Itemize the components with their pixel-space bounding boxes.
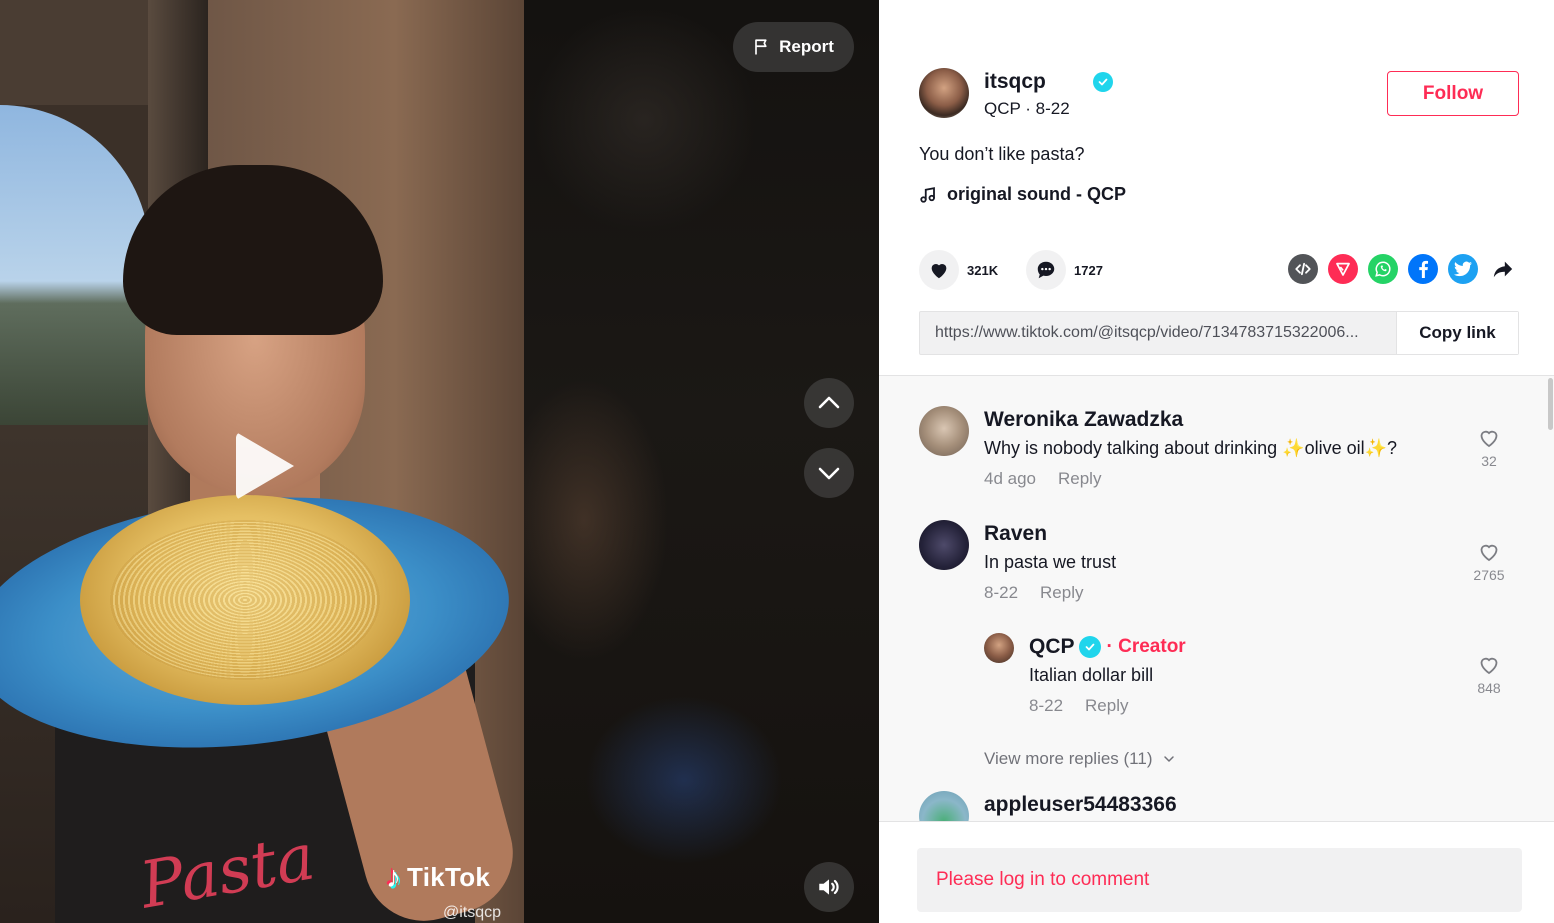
comment-footer: Please log in to comment [879, 821, 1554, 923]
commenter-avatar[interactable] [919, 520, 969, 570]
comment-like[interactable]: 2765 [1469, 540, 1509, 583]
copy-link-button[interactable]: Copy link [1396, 312, 1518, 354]
comment-text: Why is nobody talking about drinking ✨ol… [984, 438, 1398, 458]
flag-icon [755, 39, 767, 55]
follow-button[interactable]: Follow [1387, 71, 1519, 116]
commenter-name[interactable]: appleuser54483366 [984, 791, 1454, 819]
music-link[interactable]: original sound - QCP [919, 184, 1126, 205]
details-panel: itsqcp QCP · 8-22 Follow You don’t like … [879, 0, 1554, 923]
author-header: itsqcp QCP · 8-22 Follow [919, 68, 1519, 120]
commenter-avatar[interactable] [919, 406, 969, 456]
tiktok-logo-icon: ♪ [386, 860, 401, 894]
video-panel: Pasta ♪ TikTok @itsqcp Report [0, 0, 879, 923]
watermark-handle: @itsqcp [443, 904, 502, 921]
video-link-url[interactable]: https://www.tiktok.com/@itsqcp/video/713… [920, 324, 1396, 342]
share-buttons [1288, 254, 1518, 284]
play-icon[interactable] [236, 432, 294, 500]
comment-date: 8-22 [984, 583, 1019, 602]
like-action[interactable]: 321K [919, 250, 998, 290]
view-more-replies-button[interactable]: View more replies (11) [984, 749, 1175, 769]
report-button[interactable]: Report [733, 22, 854, 72]
music-note-icon [920, 186, 935, 203]
heart-outline-icon [1480, 657, 1498, 675]
chevron-down-icon [818, 467, 840, 480]
whatsapp-icon[interactable] [1368, 254, 1398, 284]
volume-button[interactable] [804, 862, 854, 912]
heart-icon[interactable] [919, 250, 959, 290]
share-arrow-icon[interactable] [1488, 254, 1518, 284]
login-to-comment-button[interactable]: Please log in to comment [917, 848, 1522, 912]
heart-outline-icon [1480, 430, 1498, 448]
comment-date: 4d ago [984, 469, 1036, 488]
speaker-icon [819, 879, 839, 895]
tiktok-watermark: ♪ TikTok [386, 862, 490, 893]
reply-button[interactable]: Reply [1085, 696, 1128, 716]
scrollbar-thumb[interactable] [1548, 378, 1553, 430]
comment-bubble-icon[interactable] [1026, 250, 1066, 290]
next-video-button[interactable] [804, 448, 854, 498]
view-more-label: View more replies (11) [984, 749, 1153, 768]
comment-text: In pasta we trust [984, 552, 1117, 572]
previous-video-button[interactable] [804, 378, 854, 428]
twitter-icon[interactable] [1448, 254, 1478, 284]
comment-like-count: 848 [1477, 680, 1501, 696]
author-username[interactable]: itsqcp [984, 70, 1046, 94]
reply-button[interactable]: Reply [1040, 583, 1083, 603]
video-player[interactable]: Pasta ♪ TikTok @itsqcp [0, 0, 524, 923]
comment-like[interactable]: 32 [1469, 426, 1509, 469]
watermark-brand: TikTok [407, 862, 491, 892]
comment-action[interactable]: 1727 [1026, 250, 1103, 290]
heart-outline-icon [1480, 544, 1498, 562]
video-link-box: https://www.tiktok.com/@itsqcp/video/713… [919, 311, 1519, 355]
author-avatar[interactable] [919, 68, 969, 118]
embed-icon[interactable] [1288, 254, 1318, 284]
verified-badge-icon [1078, 636, 1101, 658]
send-icon[interactable] [1328, 254, 1358, 284]
music-title: original sound - QCP [947, 184, 1126, 204]
video-caption: You don’t like pasta? [919, 144, 1085, 164]
commenter-name[interactable]: QCP [1029, 633, 1075, 661]
comment-scrollbar[interactable] [1546, 376, 1554, 821]
chevron-up-icon [818, 396, 840, 409]
like-count: 321K [967, 262, 999, 278]
facebook-icon[interactable] [1408, 254, 1438, 284]
comment-count: 1727 [1074, 262, 1103, 278]
comment-text: Italian dollar bill [1029, 665, 1154, 685]
comment-list[interactable]: Weronika Zawadzka Why is nobody talking … [879, 375, 1554, 821]
commenter-avatar[interactable] [984, 633, 1014, 663]
verified-badge-icon [1093, 72, 1113, 92]
commenter-name[interactable]: Weronika Zawadzka [984, 406, 1454, 434]
chevron-down-icon [1163, 756, 1174, 762]
creator-badge: · Creator [1106, 636, 1186, 657]
comment-like-count: 2765 [1473, 567, 1505, 583]
commenter-name[interactable]: Raven [984, 520, 1454, 548]
comment-date: 8-22 [1029, 696, 1064, 715]
reply-button[interactable]: Reply [1058, 469, 1101, 489]
comment-like-count: 32 [1481, 453, 1497, 469]
author-nickname-date: QCP · 8-22 [984, 99, 1070, 118]
report-label: Report [779, 37, 834, 56]
comment-like[interactable]: 848 [1469, 653, 1509, 696]
commenter-avatar[interactable] [919, 791, 969, 821]
